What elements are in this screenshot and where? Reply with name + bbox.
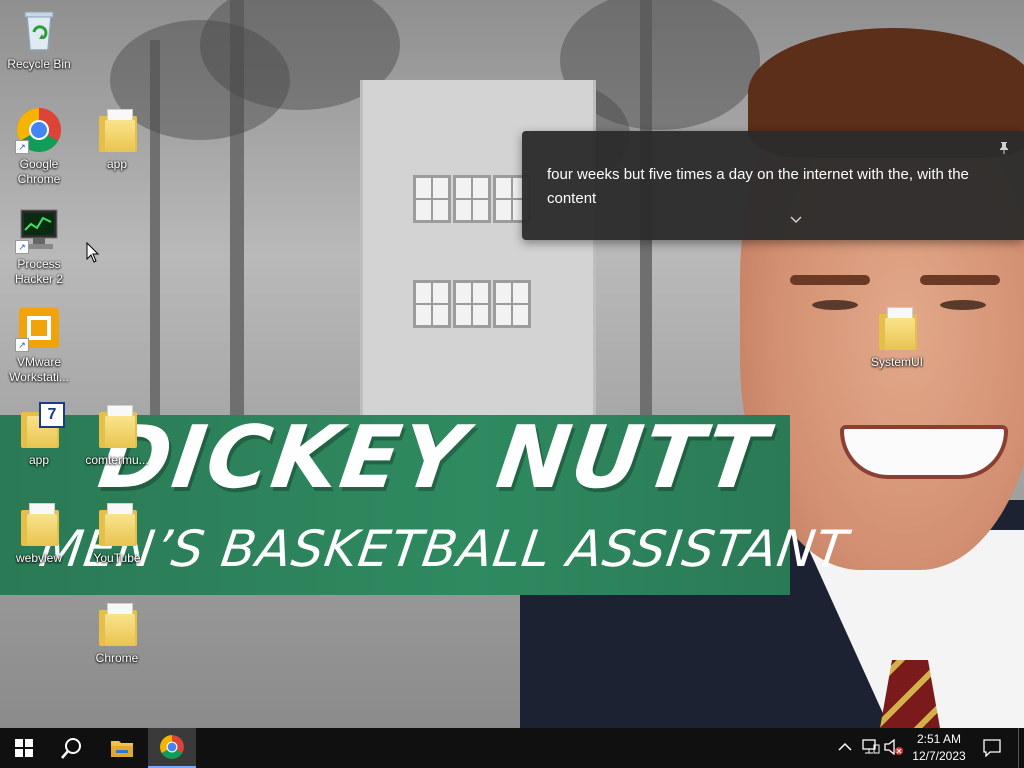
portrait-brow [790,275,870,285]
start-button[interactable] [0,728,48,768]
desktop-icon-youtube-folder[interactable]: YouTube [80,500,154,566]
live-caption-popup[interactable]: four weeks but five times a day on the i… [522,131,1024,240]
banner-title: DICKEY NUTT [92,408,775,508]
folder-icon [93,106,141,154]
portrait-smile [840,425,1008,479]
file-explorer-icon [111,741,133,757]
search-button[interactable] [48,728,96,768]
mouse-cursor-icon [86,242,100,263]
chrome-icon [160,735,184,759]
chrome-taskbar-button[interactable] [148,728,196,768]
folder-icon [93,600,141,648]
desktop-icon-comtermu-folder[interactable]: comtermu... [80,402,154,468]
building-window [413,280,451,328]
search-icon [61,738,81,759]
clock-date: 12/7/2023 [912,749,966,763]
folder-icon [15,500,63,548]
show-desktop-strip[interactable] [1018,728,1024,768]
desktop-icon-label: Recycle Bin [7,57,71,71]
desktop-icon-vmware[interactable]: ↗ VMware Workstati... [2,304,76,385]
shortcut-arrow-icon: ↗ [15,140,29,154]
desktop-icon-webview-folder[interactable]: webview [2,500,76,566]
clock-time: 2:51 AM [916,732,962,746]
desktop-icon-label: Chrome [95,651,139,665]
desktop-icon-chrome-folder[interactable]: Chrome [80,600,154,666]
windows-start-icon [15,739,33,757]
recycle-bin-icon [15,6,63,54]
archive-7z-icon: 7 [15,402,65,450]
desktop-icon-label: Process Hacker 2 [14,257,64,286]
folder-icon [873,304,921,352]
desktop-icon-label: YouTube [93,551,141,565]
desktop-icon-label: SystemUI [870,355,923,369]
chevron-down-icon[interactable] [790,211,802,227]
building-window [413,175,451,223]
vmware-icon: ↗ [15,304,63,352]
caption-text: four weeks but five times a day on the i… [547,166,969,207]
taskbar-clock[interactable]: 2:51 AM 12/7/2023 [904,731,974,765]
desktop-icon-label: app [106,157,128,171]
file-explorer-button[interactable] [98,728,146,768]
desktop-icon-systemui-folder[interactable]: SystemUI [860,304,934,370]
desktop-icon-label: comtermu... [85,453,149,467]
action-center-icon [983,739,1001,757]
portrait-eye [940,300,986,310]
folder-icon [93,402,141,450]
desktop-icon-app-archive[interactable]: 7 app [2,402,76,468]
process-hacker-icon: ↗ [15,206,63,254]
shortcut-arrow-icon: ↗ [15,338,29,352]
desktop-icon-recycle-bin[interactable]: Recycle Bin [2,6,76,72]
desktop-icon-google-chrome[interactable]: ↗ Google Chrome [2,106,76,187]
action-center-button[interactable] [968,728,1016,768]
volume-muted-icon[interactable] [884,738,904,758]
desktop-icon-process-hacker[interactable]: ↗ Process Hacker 2 [2,206,76,287]
chevron-up-icon[interactable] [838,739,852,755]
desktop-icon-label: webview [15,551,63,565]
portrait-brow [920,275,1000,285]
desktop-icon-label: Google Chrome [17,157,61,186]
desktop-icon-label: VMware Workstati... [9,355,69,384]
desktop-icon-label: app [28,453,50,467]
shortcut-arrow-icon: ↗ [15,240,29,254]
taskbar: 2:51 AM 12/7/2023 [0,728,1024,768]
desktop-icon-app-folder[interactable]: app [80,106,154,172]
network-icon[interactable] [862,739,880,758]
folder-icon [93,500,141,548]
building-window [453,175,491,223]
pin-icon[interactable] [998,141,1010,158]
building-window [453,280,491,328]
chrome-icon: ↗ [15,106,63,154]
portrait-eye [812,300,858,310]
